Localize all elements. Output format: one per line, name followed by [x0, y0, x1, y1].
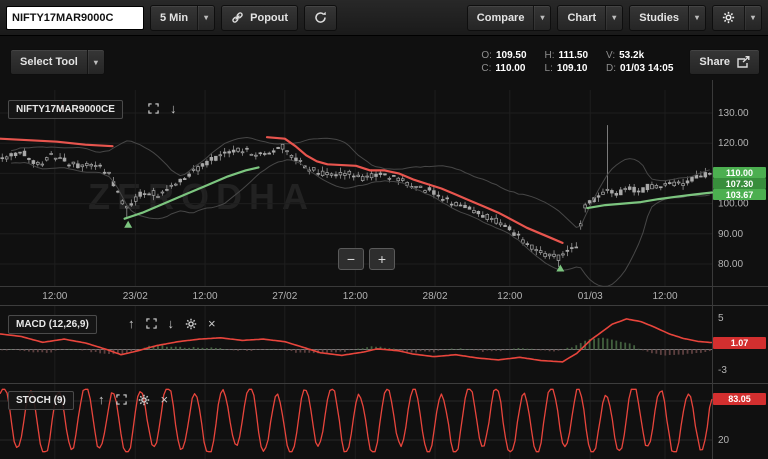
expand-icon[interactable]: [148, 103, 159, 114]
compare-label[interactable]: Compare: [468, 6, 534, 30]
svg-text:12:00: 12:00: [497, 291, 522, 302]
sub-toolbar: Select Tool ▾ O: 109.50 H: 111.50 V: 53.2k …: [10, 48, 760, 76]
svg-text:28/02: 28/02: [423, 291, 448, 302]
select-tool-label[interactable]: Select Tool: [11, 50, 87, 74]
svg-text:12:00: 12:00: [193, 291, 218, 302]
link-icon: [231, 11, 244, 24]
stoch-expand-icon[interactable]: [115, 394, 127, 405]
legend-high: H: 111.50: [544, 50, 589, 61]
macd-move-up-icon[interactable]: ↑: [128, 317, 135, 330]
zoom-in-button[interactable]: +: [369, 248, 395, 270]
svg-text:12:00: 12:00: [652, 291, 677, 302]
svg-text:120.00: 120.00: [718, 138, 749, 149]
main-panel-controls: ↓: [148, 102, 177, 115]
svg-text:5: 5: [718, 313, 724, 324]
refresh-button[interactable]: [304, 4, 338, 31]
interval-caret-icon[interactable]: ▾: [197, 5, 214, 30]
svg-text:23/02: 23/02: [123, 291, 148, 302]
macd-panel-canvas[interactable]: 5 -3: [0, 305, 768, 383]
legend-datetime: D: 01/03 14:05: [606, 63, 674, 74]
last-price-badge: 110.00: [713, 167, 766, 178]
settings-caret-icon[interactable]: ▾: [743, 5, 761, 30]
macd-study-label[interactable]: MACD (12,26,9): [8, 315, 97, 334]
zoom-controls: − +: [338, 248, 395, 270]
legend-low: L: 109.10: [544, 63, 588, 74]
chart-caret-icon[interactable]: ▾: [605, 5, 622, 30]
share-button[interactable]: Share: [689, 49, 760, 75]
share-label: Share: [699, 56, 730, 68]
interval-dropdown: 5 Min ▾: [150, 4, 216, 31]
macd-close-icon[interactable]: ×: [208, 317, 216, 330]
compare-dropdown: Compare ▾: [466, 4, 552, 31]
macd-panel-controls: ↑ ↓ ×: [128, 317, 216, 330]
svg-text:12:00: 12:00: [343, 291, 368, 302]
instrument-label[interactable]: NIFTY17MAR9000CE: [8, 100, 123, 119]
stoch-close-icon[interactable]: ×: [161, 393, 169, 406]
stoch-settings-gear-icon[interactable]: [138, 394, 150, 406]
studies-label[interactable]: Studies: [630, 6, 688, 30]
legend-open: O: 109.50: [481, 50, 527, 61]
stoch-move-up-icon[interactable]: ↑: [98, 393, 105, 406]
legend-close: C: 110.00: [481, 63, 526, 74]
studies-caret-icon[interactable]: ▾: [687, 5, 705, 30]
zoom-out-button[interactable]: −: [338, 248, 364, 270]
macd-value-badge: 1.07: [713, 337, 766, 349]
chart-area: ZERODHA 130.00120.00110.00100.0090.0080.…: [0, 36, 768, 459]
interval-label[interactable]: 5 Min: [151, 6, 197, 30]
chart-type-label[interactable]: Chart: [558, 6, 605, 30]
refresh-icon: [314, 11, 327, 24]
svg-text:27/02: 27/02: [272, 291, 297, 302]
svg-text:20: 20: [718, 435, 730, 446]
studies-dropdown: Studies ▾: [629, 4, 706, 31]
stoch-panel-controls: ↑ ×: [98, 393, 168, 406]
macd-settings-gear-icon[interactable]: [185, 318, 197, 330]
svg-text:12:00: 12:00: [42, 291, 67, 302]
gear-icon[interactable]: [713, 6, 744, 30]
popout-label: Popout: [250, 11, 289, 24]
supertrend-price-badge: 103.67: [713, 189, 766, 200]
select-tool-dropdown: Select Tool ▾: [10, 49, 105, 75]
stoch-study-label[interactable]: STOCH (9): [8, 391, 74, 410]
svg-text:80.00: 80.00: [718, 259, 743, 270]
macd-move-down-icon[interactable]: ↓: [168, 317, 175, 330]
ohlc-legend: O: 109.50 H: 111.50 V: 53.2k C: 110.00 L: 109…: [481, 50, 673, 74]
svg-text:-3: -3: [718, 365, 727, 376]
select-tool-caret-icon[interactable]: ▾: [86, 50, 104, 74]
top-toolbar: 5 Min ▾ Popout Compare ▾ Chart: [0, 0, 768, 36]
move-down-icon[interactable]: ↓: [170, 102, 177, 115]
stoch-value-badge: 83.05: [713, 393, 766, 405]
svg-text:100.00: 100.00: [718, 199, 749, 210]
legend-volume: V: 53.2k: [606, 50, 645, 61]
macd-expand-icon[interactable]: [145, 318, 157, 329]
settings-dropdown: ▾: [711, 4, 762, 31]
svg-text:01/03: 01/03: [578, 291, 603, 302]
popout-button[interactable]: Popout: [221, 4, 299, 31]
compare-caret-icon[interactable]: ▾: [533, 5, 550, 30]
overlay-price-badge: 107.30: [713, 178, 766, 189]
chart-type-dropdown: Chart ▾: [557, 4, 624, 31]
svg-text:90.00: 90.00: [718, 229, 743, 240]
symbol-input[interactable]: [6, 5, 144, 30]
share-icon: [736, 55, 750, 69]
svg-text:130.00: 130.00: [718, 108, 749, 119]
trading-chart-app: 5 Min ▾ Popout Compare ▾ Chart: [0, 0, 768, 459]
